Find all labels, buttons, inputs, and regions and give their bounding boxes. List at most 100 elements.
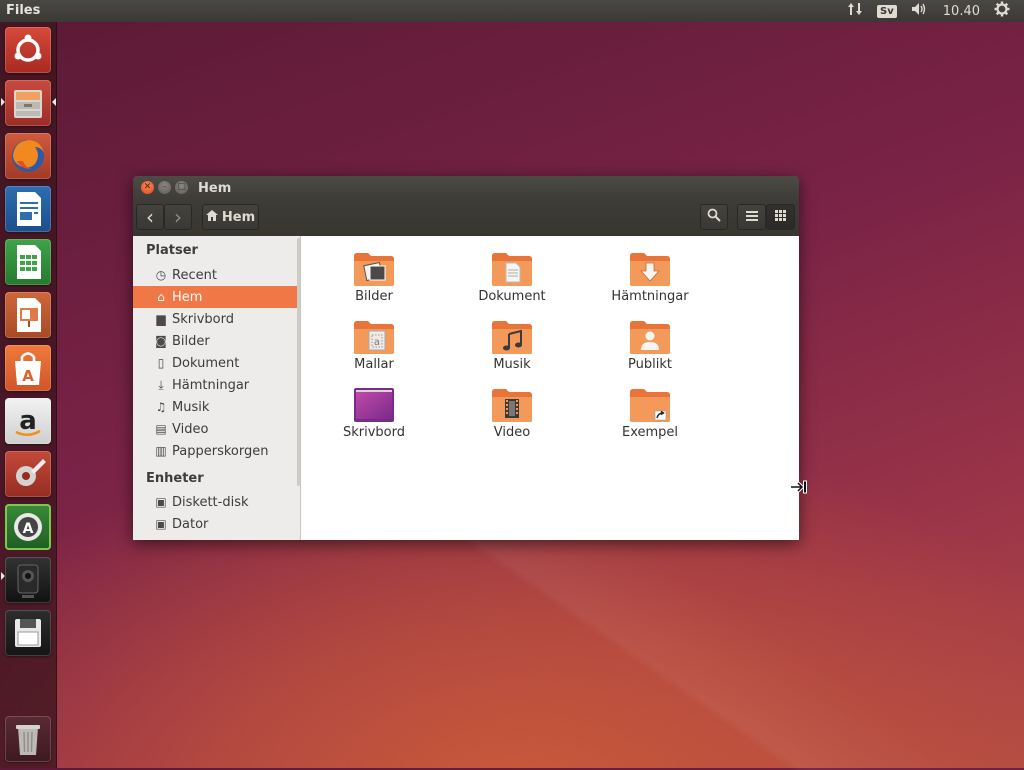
amazon-icon[interactable]: a <box>5 398 51 444</box>
sidebar-item-documents[interactable]: ▯ Dokument <box>133 352 297 374</box>
focus-indicator <box>52 98 56 106</box>
sidebar-item-label: Musik <box>172 399 210 415</box>
impress-icon[interactable] <box>5 292 51 338</box>
list-view-icon <box>745 210 758 225</box>
folder-item[interactable]: Dokument <box>457 250 567 304</box>
sidebar-item-home[interactable]: ⌂ Hem <box>133 286 297 308</box>
file-cabinet-icon[interactable] <box>5 80 51 126</box>
floppy-icon: ▣ <box>155 495 167 509</box>
gear-icon[interactable] <box>994 1 1010 21</box>
home-icon <box>205 210 218 224</box>
window-minimize-button[interactable]: – <box>158 181 171 194</box>
launcher: A a A <box>0 22 57 768</box>
public-folder-icon <box>630 321 670 354</box>
folder-label: Musik <box>493 357 531 372</box>
forward-button[interactable]: › <box>164 204 192 230</box>
clock-icon: ◷ <box>155 268 167 282</box>
volume-icon[interactable] <box>911 2 929 20</box>
window-title: Hem <box>198 181 232 196</box>
folder-item[interactable]: a Mallar <box>319 318 429 372</box>
writer-icon[interactable] <box>5 186 51 232</box>
svg-text:a: a <box>374 337 380 348</box>
film-icon: ▤ <box>155 422 167 436</box>
settings-wrench-icon[interactable] <box>5 451 51 497</box>
updater-icon[interactable]: A <box>5 504 51 550</box>
sidebar-item-label: Hämtningar <box>172 377 250 393</box>
camera-icon: ◙ <box>155 334 167 348</box>
sidebar-item-trash[interactable]: ▥ Papperskorgen <box>133 440 297 462</box>
folder-item[interactable]: Skrivbord <box>319 386 429 440</box>
sidebar-item-downloads[interactable]: ⤓ Hämtningar <box>133 374 297 396</box>
sidebar-heading-places: Platser <box>146 243 198 258</box>
sidebar-heading-devices: Enheter <box>146 471 204 486</box>
svg-text:A: A <box>22 367 34 385</box>
keyboard-indicator[interactable]: Sv <box>877 4 897 18</box>
places-sidebar: Platser ◷ Recent ⌂ Hem ▆ Skrivbord ◙ Bil… <box>133 236 301 540</box>
sidebar-item-recent[interactable]: ◷ Recent <box>133 264 297 286</box>
ubuntu-logo-icon[interactable] <box>5 27 51 73</box>
sidebar-scrollbar[interactable] <box>297 238 300 486</box>
calc-icon[interactable] <box>5 239 51 285</box>
chevron-right-icon: › <box>174 205 182 229</box>
templates-folder-icon: a <box>354 321 394 354</box>
network-updown-icon[interactable] <box>847 2 863 20</box>
grid-view-icon <box>775 209 786 225</box>
folder-label: Dokument <box>478 289 546 304</box>
app-menu-title[interactable]: Files <box>6 3 40 18</box>
folder-item[interactable]: Video <box>457 386 567 440</box>
shopping-bag-icon[interactable]: A <box>5 345 51 391</box>
back-button[interactable]: ‹ <box>136 204 164 230</box>
sidebar-item-label: Dokument <box>172 355 240 371</box>
search-icon <box>707 208 721 226</box>
home-icon: ⌂ <box>157 290 165 304</box>
folder-label: Exempel <box>621 425 679 440</box>
sidebar-item-label: Skrivbord <box>172 311 235 327</box>
clock[interactable]: 10.40 <box>943 4 980 19</box>
downloads-folder-icon <box>630 253 670 286</box>
window-maximize-button[interactable]: □ <box>175 181 188 194</box>
folder-item[interactable]: Publikt <box>595 318 705 372</box>
toolbar: ‹ › Hem <box>133 200 799 237</box>
folder-item[interactable]: Hämtningar <box>595 250 705 304</box>
breadcrumb-home[interactable]: Hem <box>202 204 259 230</box>
sidebar-item-label: Hem <box>172 289 203 305</box>
window-close-button[interactable]: ✕ <box>141 181 154 194</box>
list-view-button[interactable] <box>737 204 766 230</box>
floppy-icon[interactable] <box>5 610 51 656</box>
folder-label: Publikt <box>628 357 672 372</box>
window-titlebar[interactable]: ✕ – □ Hem <box>133 176 799 200</box>
folder-icon: ▆ <box>156 312 166 326</box>
file-view[interactable]: Bilder Dokument Hämtningar a Mallar Musi… <box>301 236 799 540</box>
firefox-icon[interactable] <box>5 133 51 179</box>
folder-label: Bilder <box>355 289 393 304</box>
sidebar-item-label: Papperskorgen <box>172 443 269 459</box>
download-icon: ⤓ <box>158 377 164 392</box>
files-window: ✕ – □ Hem ‹ › Hem Platser ◷ Recent ⌂ Hem… <box>133 176 799 540</box>
music-folder-icon <box>492 321 532 354</box>
sidebar-item-computer[interactable]: ▣ Dator <box>133 513 297 535</box>
resize-cursor-icon <box>790 479 808 498</box>
folder-label: Video <box>493 425 531 440</box>
trash-icon[interactable] <box>5 716 51 762</box>
folder-item[interactable]: Musik <box>457 318 567 372</box>
sidebar-item-videos[interactable]: ▤ Video <box>133 418 297 440</box>
music-icon: ♫ <box>155 400 167 414</box>
videos-folder-icon <box>492 389 532 422</box>
desktop-folder-icon <box>354 388 394 422</box>
sidebar-item-label: Recent <box>172 267 217 283</box>
sidebar-item-music[interactable]: ♫ Musik <box>133 396 297 418</box>
folder-item[interactable]: Bilder <box>319 250 429 304</box>
pictures-folder-icon <box>354 253 394 286</box>
sidebar-item-label: Diskett-disk <box>172 494 249 510</box>
grid-view-button[interactable] <box>766 204 795 230</box>
sidebar-item-floppy[interactable]: ▣ Diskett-disk <box>133 491 297 513</box>
webcam-icon[interactable] <box>5 557 51 603</box>
folder-label: Skrivbord <box>342 425 405 440</box>
folder-item[interactable]: Exempel <box>595 386 705 440</box>
folder-label: Mallar <box>354 357 394 372</box>
sidebar-item-pictures[interactable]: ◙ Bilder <box>133 330 297 352</box>
sidebar-item-desktop[interactable]: ▆ Skrivbord <box>133 308 297 330</box>
computer-icon: ▣ <box>155 517 167 531</box>
sidebar-item-label: Bilder <box>172 333 210 349</box>
search-button[interactable] <box>700 204 728 230</box>
